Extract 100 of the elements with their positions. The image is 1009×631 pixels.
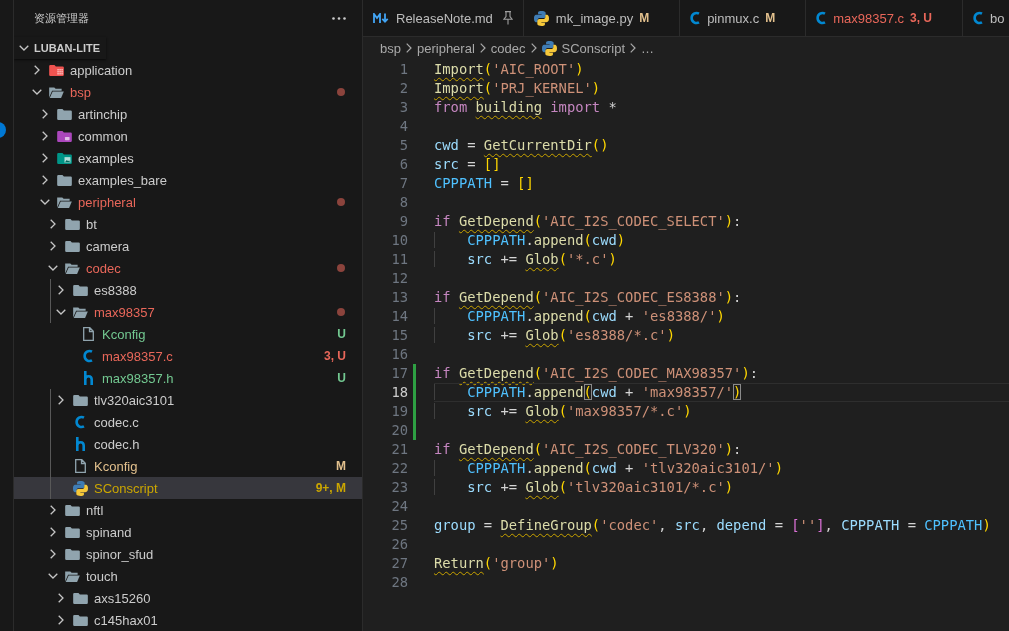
code-line: src += Glob('max98357/*.c') — [434, 403, 692, 419]
chevron-right-icon[interactable] — [58, 593, 64, 603]
file-item[interactable]: max98357.c 3, U — [14, 345, 362, 367]
chevron-right-icon[interactable] — [50, 241, 56, 251]
status-dot-icon — [337, 88, 345, 96]
git-status-label: 9+, M — [315, 481, 346, 495]
line-number: 3 — [398, 98, 408, 117]
c-icon — [973, 11, 983, 25]
git-status-label: U — [337, 327, 346, 341]
chevron-right-icon — [530, 43, 537, 53]
line-number: 8 — [398, 193, 408, 212]
line-number: 4 — [398, 117, 408, 136]
c-icon — [816, 11, 827, 25]
chevron-down-icon[interactable] — [19, 45, 29, 51]
line-number: 24 — [390, 497, 408, 516]
chevron-right-icon[interactable] — [34, 65, 40, 75]
git-status-label: 3, U — [324, 349, 346, 363]
chevron-right-icon[interactable] — [50, 527, 56, 537]
chevron-right-icon[interactable] — [42, 153, 48, 163]
more-icon[interactable] — [332, 17, 346, 20]
git-status-label: M — [336, 459, 346, 473]
folder-item[interactable]: axs15260 — [14, 587, 362, 609]
folder-item[interactable]: nftl — [14, 499, 362, 521]
folder-item[interactable]: application — [14, 59, 362, 81]
chevron-down-icon[interactable] — [32, 89, 42, 95]
c-icon — [75, 415, 85, 429]
chevron-right-icon[interactable] — [42, 131, 48, 141]
folder-item[interactable]: touch — [14, 565, 362, 587]
sidebar-title: 资源管理器 — [34, 11, 89, 26]
open-folder-icon — [64, 570, 80, 582]
chevron-right-icon[interactable] — [42, 109, 48, 119]
section-header[interactable]: LUBAN-LITE — [14, 37, 106, 59]
line-number: 10 — [390, 231, 408, 250]
code-line: CPPPATH.append(cwd + 'tlv320aic3101/') — [434, 460, 783, 476]
folder-icon — [72, 592, 88, 604]
chevron-right-icon — [479, 43, 486, 53]
file-item[interactable]: Kconfig U — [14, 323, 362, 345]
line-number: 11 — [390, 250, 408, 269]
image-folder-icon — [56, 152, 72, 164]
folder-item[interactable]: examples — [14, 147, 362, 169]
line-number: 1 — [398, 60, 408, 79]
chevron-right-icon[interactable] — [50, 549, 56, 559]
folder-item[interactable]: camera — [14, 235, 362, 257]
folder-item[interactable]: bt — [14, 213, 362, 235]
line-number: 20 — [390, 421, 408, 440]
folder-item[interactable]: codec — [14, 257, 362, 279]
folder-icon — [64, 240, 80, 252]
breadcrumb-item[interactable]: bsp — [380, 40, 401, 56]
chevron-right-icon[interactable] — [58, 615, 64, 625]
line-number: 5 — [398, 136, 408, 155]
badge-icon — [0, 122, 6, 138]
chevron-right-icon[interactable] — [50, 219, 56, 229]
folder-icon — [56, 130, 72, 142]
chevron-down-icon[interactable] — [56, 309, 66, 315]
breadcrumb-item[interactable]: … — [641, 40, 655, 56]
code-line: if GetDepend('AIC_I2S_CODEC_SELECT'): — [434, 213, 742, 229]
chevron-down-icon[interactable] — [48, 573, 58, 579]
chevron-right-icon[interactable] — [58, 285, 64, 295]
chevron-right-icon — [405, 43, 412, 53]
status-dot-icon — [337, 308, 345, 316]
file-item[interactable]: max98357.h U — [14, 367, 362, 389]
git-status-label: M — [765, 11, 776, 25]
breadcrumb-item[interactable]: peripheral — [416, 40, 475, 56]
pin-icon[interactable] — [502, 11, 513, 25]
chevron-down-icon[interactable] — [40, 199, 50, 205]
python-icon — [541, 40, 557, 56]
code-line: src = [] — [434, 156, 501, 172]
chevron-right-icon[interactable] — [50, 505, 56, 515]
git-status-label: M — [639, 11, 650, 25]
breadcrumb-item[interactable]: SConscript — [541, 40, 626, 56]
line-number: 18 — [390, 383, 408, 402]
line-number: 23 — [390, 478, 408, 497]
folder-icon — [64, 504, 80, 516]
folder-item[interactable]: c145hax01 — [14, 609, 362, 631]
folder-item[interactable]: common — [14, 125, 362, 147]
line-number: 27 — [390, 554, 408, 573]
folder-icon — [64, 218, 80, 230]
folder-item[interactable]: spinor_sfud — [14, 543, 362, 565]
line-number: 2 — [398, 79, 408, 98]
folder-icon — [56, 108, 72, 120]
chevron-right-icon[interactable] — [58, 395, 64, 405]
folder-item[interactable]: bsp — [14, 81, 362, 103]
line-number: 12 — [390, 269, 408, 288]
folder-item[interactable]: peripheral — [14, 191, 362, 213]
line-number: 13 — [390, 288, 408, 307]
line-number: 7 — [398, 174, 408, 193]
chevron-right-icon[interactable] — [42, 175, 48, 185]
h-icon — [75, 437, 85, 451]
chevron-down-icon[interactable] — [48, 265, 58, 271]
file-item[interactable]: SConscript 9+, M — [14, 477, 362, 499]
folder-item[interactable]: examples_bare — [14, 169, 362, 191]
folder-item[interactable]: artinchip — [14, 103, 362, 125]
code-line: Import('AIC_ROOT') — [434, 61, 584, 77]
breadcrumb-item[interactable]: codec — [490, 40, 526, 56]
folder-item[interactable]: spinand — [14, 521, 362, 543]
code-line: src += Glob('*.c') — [434, 251, 617, 267]
folder-icon — [72, 394, 88, 406]
line-number: 14 — [390, 307, 408, 326]
line-number: 6 — [398, 155, 408, 174]
open-folder-icon — [48, 86, 64, 98]
